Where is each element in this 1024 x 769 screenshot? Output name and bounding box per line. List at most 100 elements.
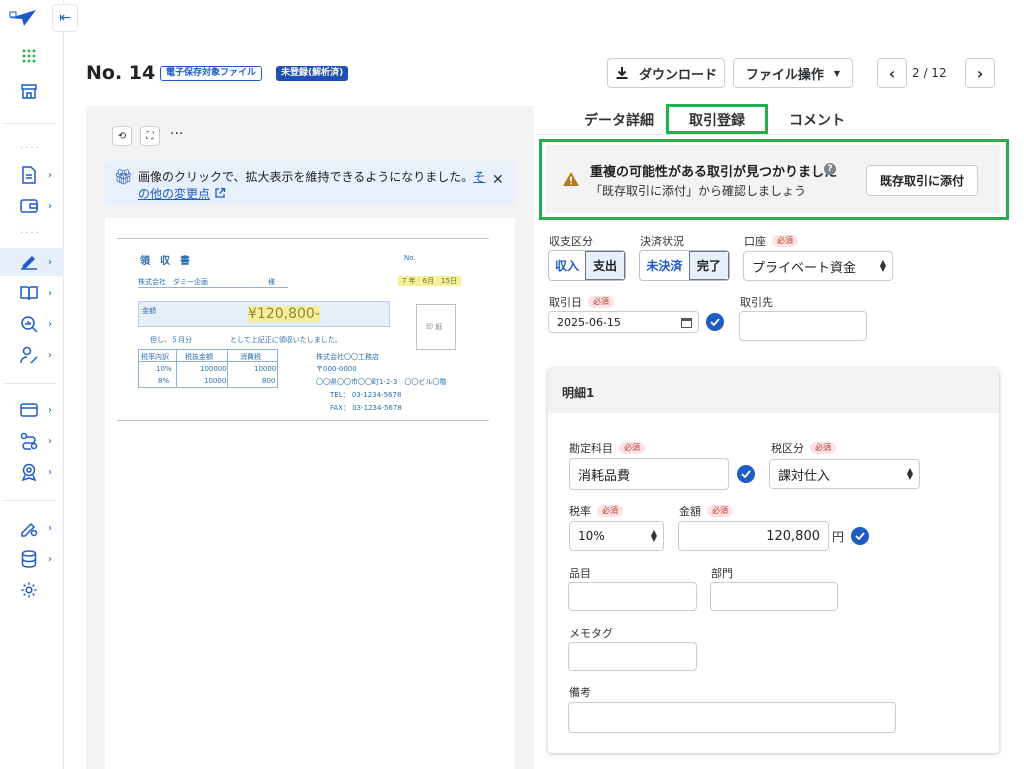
account-value: プライベート資金 xyxy=(752,260,857,276)
page-title: No. 14 xyxy=(86,62,156,84)
amount-value: 120,800 xyxy=(766,528,820,544)
partner-input[interactable] xyxy=(739,311,867,341)
stamp-label: 印 紙 xyxy=(426,323,443,331)
more-icon[interactable]: ··· xyxy=(170,126,183,142)
required-badge: 必須 xyxy=(772,235,798,247)
detail-card: 明細1 xyxy=(548,368,999,753)
date-label-text: 取引日 xyxy=(549,296,582,309)
amount-label: 金額 必須 xyxy=(679,503,733,519)
select-caret-icon: ▲ ▼ xyxy=(879,258,886,273)
sidebar-item-user-percent[interactable]: › xyxy=(0,341,64,369)
tax-header-2: 消費税 xyxy=(240,353,261,361)
notice-message: 画像のクリックで、拡大表示を維持できるようになりました。 xyxy=(138,170,474,184)
chevron-right-icon: › xyxy=(48,435,52,447)
calendar-icon[interactable] xyxy=(681,317,692,328)
amount-label: 金額 xyxy=(142,307,156,315)
store-icon xyxy=(18,80,40,102)
tab-data-detail[interactable]: データ詳細 xyxy=(584,110,654,130)
receipt-title: 領 収 書 xyxy=(140,256,190,267)
logo-icon[interactable] xyxy=(8,8,38,28)
chevron-right-icon: › xyxy=(976,63,984,83)
file-operations-label: ファイル操作 xyxy=(745,67,824,83)
sidebar-item-apps[interactable] xyxy=(0,42,64,70)
help-icon[interactable]: ? xyxy=(824,163,836,175)
income-option-out[interactable]: 支出 xyxy=(585,251,625,280)
info-notice: 🎁︎ 画像のクリックで、拡大表示を維持できるようになりました。その他の変更点 ✕ xyxy=(104,161,515,205)
date-label: 取引日 必須 xyxy=(549,294,614,310)
receipt-bottom-rule xyxy=(117,420,489,421)
sidebar-item-badge[interactable]: › xyxy=(0,458,64,486)
settlement-option-done[interactable]: 完了 xyxy=(688,251,729,280)
sidebar-item-document[interactable]: › xyxy=(0,161,64,189)
attach-existing-button[interactable]: 既存取引に添付 xyxy=(866,165,978,196)
chevron-right-icon: › xyxy=(48,553,52,565)
sidebar-item-settings[interactable] xyxy=(0,576,64,604)
tax-cell: 800 xyxy=(262,377,276,385)
chevron-right-icon: › xyxy=(48,466,52,478)
chevron-right-icon: › xyxy=(48,404,52,416)
tax-cell: 10000 xyxy=(254,365,277,373)
tax-class-select[interactable]: 課対仕入 ▲ ▼ xyxy=(769,459,920,489)
sidebar-item-edit-settings[interactable]: › xyxy=(0,514,64,542)
sidebar-item-book[interactable]: › xyxy=(0,279,64,307)
external-link-icon[interactable] xyxy=(214,187,226,199)
next-page-button[interactable]: › xyxy=(965,58,995,88)
receipt-recipient: 株式会社 ダミー企画 xyxy=(138,278,208,286)
tax-class-label-text: 税区分 xyxy=(771,442,804,455)
user-percent-icon xyxy=(18,344,40,366)
file-operations-button[interactable]: ファイル操作 ▼ xyxy=(733,58,853,88)
sidebar-item-sign[interactable]: › xyxy=(0,248,64,276)
subject-input[interactable]: 消耗品費 xyxy=(569,458,729,490)
memo-tag-label-text: メモタグ xyxy=(569,627,613,640)
subject-value: 消耗品費 xyxy=(578,468,631,484)
tax-header-0: 税率内訳 xyxy=(141,353,169,361)
required-badge: 必須 xyxy=(597,505,623,517)
notice-text: 画像のクリックで、拡大表示を維持できるようになりました。その他の変更点 xyxy=(138,169,488,203)
remarks-label: 備考 xyxy=(569,684,591,700)
download-button[interactable]: ダウンロード xyxy=(607,58,725,88)
item-input[interactable] xyxy=(568,582,697,611)
previous-page-button[interactable]: ‹ xyxy=(877,58,907,88)
apps-icon xyxy=(18,45,40,67)
sidebar-item-wallet[interactable]: › xyxy=(0,192,64,220)
income-option-in[interactable]: 収入 xyxy=(549,251,585,280)
settlement-option-unsettled[interactable]: 未決済 xyxy=(640,251,689,280)
document-icon xyxy=(18,164,40,186)
rotate-button[interactable]: ⟲ xyxy=(112,126,132,146)
close-icon[interactable]: ✕ xyxy=(492,172,504,188)
income-label-text: 収支区分 xyxy=(549,235,593,248)
sidebar-item-card[interactable]: › xyxy=(0,396,64,424)
tab-comment[interactable]: コメント xyxy=(789,110,845,130)
department-label: 部門 xyxy=(711,565,733,581)
income-toggle[interactable]: 収入 支出 xyxy=(548,250,626,281)
select-caret-icon: ▲ ▼ xyxy=(650,528,657,543)
sidebar-item-database[interactable]: › xyxy=(0,545,64,573)
receipt-no-label: No. xyxy=(404,254,416,262)
wallet-icon xyxy=(18,195,40,217)
download-icon xyxy=(616,67,628,79)
tax-rate-select[interactable]: 10% ▲ ▼ xyxy=(569,521,664,551)
amount-input[interactable]: 120,800 xyxy=(678,521,829,551)
sidebar-item-route[interactable]: › xyxy=(0,427,64,455)
sign-icon xyxy=(18,251,40,273)
remarks-label-text: 備考 xyxy=(569,686,591,699)
department-input[interactable] xyxy=(710,582,838,611)
remarks-input[interactable] xyxy=(568,702,896,733)
account-select[interactable]: プライベート資金 ▲ ▼ xyxy=(743,251,893,281)
tax-cell: 100000 xyxy=(200,365,227,373)
sidebar-collapse-icon[interactable]: ⇤ xyxy=(52,4,78,32)
sidebar-item-store[interactable] xyxy=(0,77,64,105)
database-icon xyxy=(18,548,40,570)
required-badge: 必須 xyxy=(810,442,836,454)
account-label-text: 口座 xyxy=(744,235,766,248)
issuer-address: 〇〇県〇〇市〇〇町1-2-3 〇〇ビル〇階 xyxy=(316,378,447,386)
chevron-left-icon: ‹ xyxy=(888,63,896,83)
memo-tag-input[interactable] xyxy=(568,642,697,671)
amount-label-text: 金額 xyxy=(679,505,701,518)
tax-class-value: 課対仕入 xyxy=(778,468,831,484)
tax-rate-label-text: 税率 xyxy=(569,505,591,518)
fullscreen-button[interactable]: ⛶ xyxy=(140,126,160,146)
sidebar-item-search-report[interactable]: › xyxy=(0,310,64,338)
settlement-toggle[interactable]: 未決済 完了 xyxy=(639,250,730,281)
date-input[interactable]: 2025-06-15 xyxy=(548,311,699,333)
